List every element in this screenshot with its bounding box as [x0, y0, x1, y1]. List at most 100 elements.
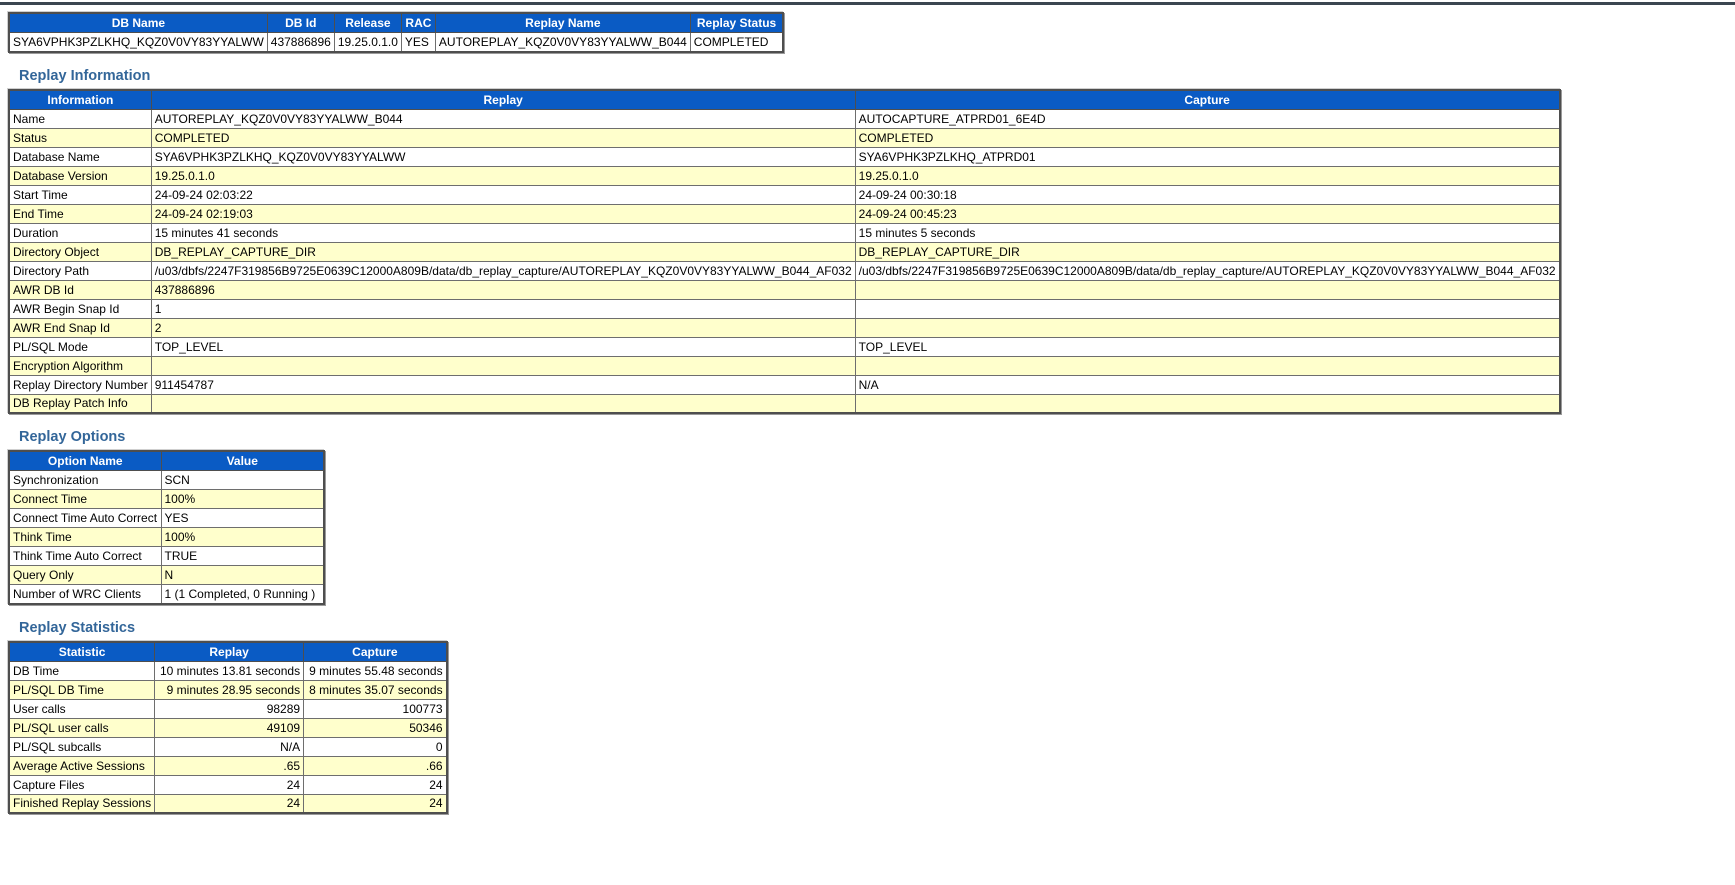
- table-cell: 19.25.0.1.0: [855, 166, 1559, 185]
- table-cell: DB_REPLAY_CAPTURE_DIR: [151, 242, 855, 261]
- replay-information-table: InformationReplayCaptureNameAUTOREPLAY_K…: [8, 89, 1561, 415]
- table-cell: 24-09-24 02:19:03: [151, 204, 855, 223]
- table-cell: TRUE: [161, 547, 324, 566]
- table-cell: COMPLETED: [151, 128, 855, 147]
- table-row: AWR DB Id437886896: [9, 280, 1560, 299]
- table-row: Start Time24-09-24 02:03:2224-09-24 00:3…: [9, 185, 1560, 204]
- table-cell: 437886896: [151, 280, 855, 299]
- table-cell: 50346: [304, 718, 447, 737]
- table-row: Finished Replay Sessions2424: [9, 794, 447, 813]
- table-row: Duration15 minutes 41 seconds15 minutes …: [9, 223, 1560, 242]
- table-row: User calls98289100773: [9, 699, 447, 718]
- table-cell: 24: [155, 775, 304, 794]
- table-cell: 19.25.0.1.0: [334, 33, 401, 52]
- table-cell: 24: [304, 775, 447, 794]
- table-cell: .65: [155, 756, 304, 775]
- table-cell: Duration: [9, 223, 151, 242]
- table-cell: AWR Begin Snap Id: [9, 299, 151, 318]
- table-cell: DB Replay Patch Info: [9, 394, 151, 413]
- header-row: Option NameValue: [9, 451, 324, 471]
- header-row: DB NameDB IdReleaseRACReplay NameReplay …: [9, 13, 783, 33]
- table-cell: Think Time: [9, 528, 161, 547]
- table-cell: 2: [151, 318, 855, 337]
- table-cell: Encryption Algorithm: [9, 356, 151, 375]
- table-row: DB Replay Patch Info: [9, 394, 1560, 413]
- table-cell: Name: [9, 109, 151, 128]
- column-header: Value: [161, 451, 324, 471]
- table-cell: SYA6VPHK3PZLKHQ_ATPRD01: [855, 147, 1559, 166]
- table-row: PL/SQL user calls4910950346: [9, 718, 447, 737]
- table-cell: 24: [155, 794, 304, 813]
- report-body: DB NameDB IdReleaseRACReplay NameReplay …: [0, 5, 1735, 826]
- table-row: NameAUTOREPLAY_KQZ0V0VY83YYALWW_B044AUTO…: [9, 109, 1560, 128]
- column-header: Replay: [155, 642, 304, 662]
- table-cell: Directory Object: [9, 242, 151, 261]
- table-row: Directory Path/u03/dbfs/2247F319856B9725…: [9, 261, 1560, 280]
- table-cell: 437886896: [267, 33, 334, 52]
- table-cell: Directory Path: [9, 261, 151, 280]
- column-header: Release: [334, 13, 401, 33]
- table-cell: 24-09-24 00:45:23: [855, 204, 1559, 223]
- replay-statistics-table: StatisticReplayCaptureDB Time10 minutes …: [8, 641, 448, 815]
- table-cell: [855, 299, 1559, 318]
- table-row: Database Version19.25.0.1.019.25.0.1.0: [9, 166, 1560, 185]
- table-row: AWR Begin Snap Id1: [9, 299, 1560, 318]
- table-row: Query OnlyN: [9, 566, 324, 585]
- table-cell: PL/SQL subcalls: [9, 737, 155, 756]
- table-cell: [855, 394, 1559, 413]
- table-cell: 9 minutes 55.48 seconds: [304, 661, 447, 680]
- table-row: Replay Directory Number911454787N/A: [9, 375, 1560, 394]
- column-header: DB Id: [267, 13, 334, 33]
- table-cell: 10 minutes 13.81 seconds: [155, 661, 304, 680]
- table-cell: Average Active Sessions: [9, 756, 155, 775]
- table-cell: Capture Files: [9, 775, 155, 794]
- table-cell: [855, 318, 1559, 337]
- table-row: StatusCOMPLETEDCOMPLETED: [9, 128, 1560, 147]
- table-cell: Synchronization: [9, 471, 161, 490]
- replay-statistics-heading: Replay Statistics: [19, 620, 1727, 636]
- column-header: Replay Name: [435, 13, 690, 33]
- table-cell: SYA6VPHK3PZLKHQ_KQZ0V0VY83YYALWW: [151, 147, 855, 166]
- column-header: Capture: [855, 90, 1559, 110]
- table-row: SYA6VPHK3PZLKHQ_KQZ0V0VY83YYALWW43788689…: [9, 33, 783, 52]
- table-cell: 100%: [161, 528, 324, 547]
- table-cell: 0: [304, 737, 447, 756]
- replay-options-heading: Replay Options: [19, 429, 1727, 445]
- table-cell: Think Time Auto Correct: [9, 547, 161, 566]
- table-cell: PL/SQL Mode: [9, 337, 151, 356]
- table-cell: AUTOREPLAY_KQZ0V0VY83YYALWW_B044: [435, 33, 690, 52]
- replay-options-table: Option NameValueSynchronizationSCNConnec…: [8, 450, 325, 605]
- table-cell: Database Name: [9, 147, 151, 166]
- table-cell: YES: [161, 509, 324, 528]
- table-row: PL/SQL DB Time9 minutes 28.95 seconds8 m…: [9, 680, 447, 699]
- table-row: Connect Time100%: [9, 490, 324, 509]
- table-row: AWR End Snap Id2: [9, 318, 1560, 337]
- table-cell: N/A: [855, 375, 1559, 394]
- table-row: Think Time100%: [9, 528, 324, 547]
- table-cell: [151, 394, 855, 413]
- table-cell: 1 (1 Completed, 0 Running ): [161, 585, 324, 604]
- table-cell: AUTOREPLAY_KQZ0V0VY83YYALWW_B044: [151, 109, 855, 128]
- table-row: Encryption Algorithm: [9, 356, 1560, 375]
- column-header: DB Name: [9, 13, 267, 33]
- column-header: Capture: [304, 642, 447, 662]
- table-cell: Number of WRC Clients: [9, 585, 161, 604]
- replay-information-heading: Replay Information: [19, 68, 1727, 84]
- table-cell: Replay Directory Number: [9, 375, 151, 394]
- table-cell: AWR End Snap Id: [9, 318, 151, 337]
- table-row: Capture Files2424: [9, 775, 447, 794]
- table-cell: Connect Time Auto Correct: [9, 509, 161, 528]
- table-cell: [855, 280, 1559, 299]
- table-cell: PL/SQL user calls: [9, 718, 155, 737]
- table-cell: DB_REPLAY_CAPTURE_DIR: [855, 242, 1559, 261]
- table-row: Connect Time Auto CorrectYES: [9, 509, 324, 528]
- table-cell: PL/SQL DB Time: [9, 680, 155, 699]
- table-cell: [151, 356, 855, 375]
- column-header: RAC: [401, 13, 435, 33]
- table-cell: 1: [151, 299, 855, 318]
- table-cell: 9 minutes 28.95 seconds: [155, 680, 304, 699]
- header-row: InformationReplayCapture: [9, 90, 1560, 110]
- table-cell: 19.25.0.1.0: [151, 166, 855, 185]
- table-cell: 15 minutes 5 seconds: [855, 223, 1559, 242]
- table-row: Think Time Auto CorrectTRUE: [9, 547, 324, 566]
